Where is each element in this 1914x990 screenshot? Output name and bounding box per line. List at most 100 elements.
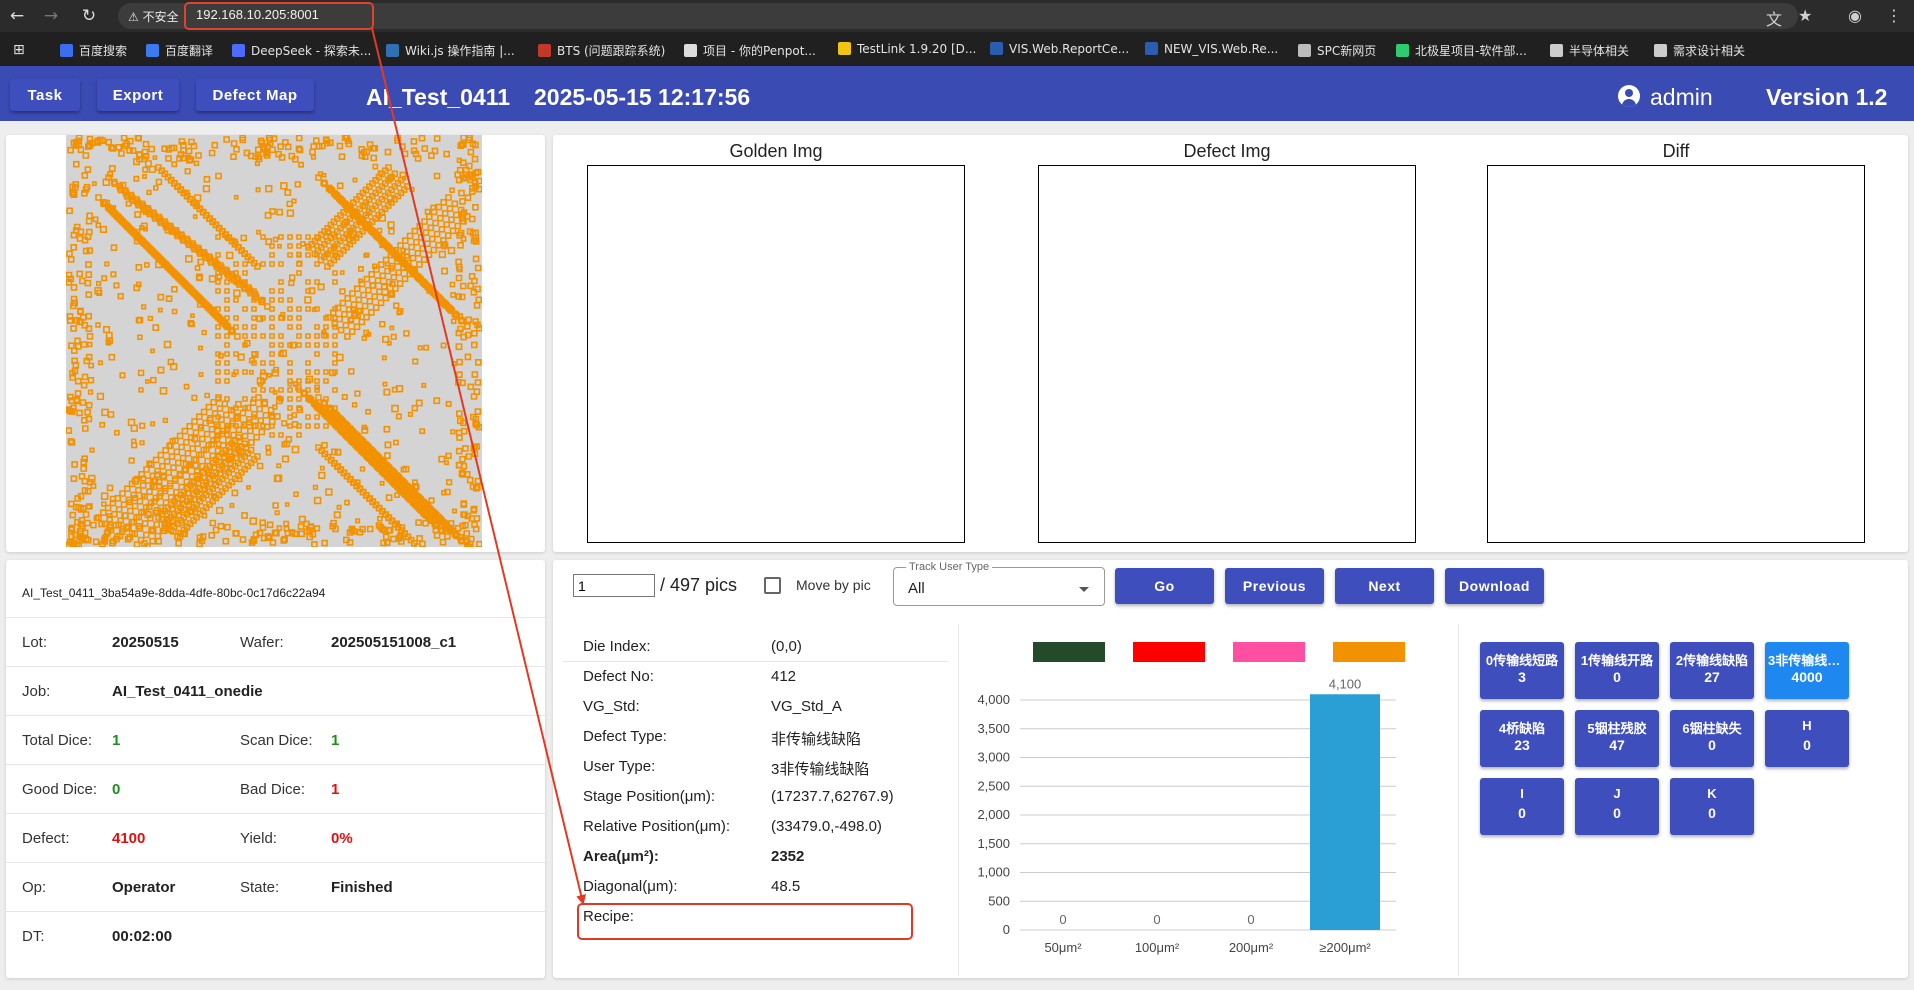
apps-grid-icon[interactable]: ⊞ [13, 42, 25, 58]
golden-image [587, 165, 965, 543]
y-tick-label: 4,000 [977, 692, 1010, 707]
bookmark-item[interactable]: DeepSeek - 探索未... [232, 42, 371, 59]
download-button[interactable]: Download [1445, 568, 1544, 604]
lot-label: Lot: [22, 634, 48, 651]
page-number-input[interactable] [573, 574, 655, 597]
bookmark-label: 北极星项目-软件部... [1415, 44, 1527, 58]
bookmark-item[interactable]: NEW_VIS.Web.Re... [1145, 42, 1278, 56]
bookmark-item[interactable]: 半导体相关 [1550, 42, 1629, 59]
translate-icon[interactable]: 文 [1766, 6, 1782, 30]
track-user-type-value[interactable]: All [908, 580, 925, 597]
bookmark-label: NEW_VIS.Web.Re... [1164, 42, 1279, 56]
profile-icon[interactable]: ◉ [1848, 6, 1862, 25]
user-name[interactable]: admin [1650, 84, 1713, 111]
bookmark-label: 百度翻译 [165, 44, 214, 58]
bookmark-item[interactable]: Wiki.js 操作指南 |... [386, 42, 515, 59]
legend-swatch [1233, 642, 1305, 662]
bookmark-favicon-icon [1145, 42, 1158, 55]
bookmark-favicon-icon [684, 44, 697, 57]
bookmark-item[interactable]: 需求设计相关 [1654, 42, 1745, 59]
bookmark-item[interactable]: 百度翻译 [146, 42, 213, 59]
task-button[interactable]: Task [10, 79, 80, 111]
scan-dice-label: Scan Dice: [240, 732, 313, 749]
version-label: Version 1.2 [1766, 84, 1888, 110]
defect-type-label: Defect Type: [583, 728, 667, 745]
bookmark-favicon-icon [1550, 44, 1563, 57]
defect-class-count: 0 [1518, 805, 1526, 821]
defect-class-button[interactable]: 6铟柱缺失 0 [1670, 710, 1754, 767]
defect-img-title: Defect Img [1183, 141, 1271, 161]
move-by-pic-label[interactable]: Move by pic [796, 577, 871, 593]
bookmark-item[interactable]: VIS.Web.ReportCe... [990, 42, 1129, 56]
diagonal-value: 48.5 [771, 878, 801, 895]
insecure-label[interactable]: ⚠ 不安全 [128, 8, 179, 25]
defect-class-button[interactable]: J0 [1575, 778, 1659, 835]
op-label: Op: [22, 879, 47, 896]
dt-label: DT: [22, 928, 45, 945]
defect-class-button[interactable]: 2传输线缺陷 27 [1670, 642, 1754, 699]
bookmark-label: 项目 - 你的Penpot... [703, 44, 816, 58]
next-button[interactable]: Next [1335, 568, 1434, 604]
defect-value: 4100 [112, 830, 146, 847]
bookmark-item[interactable]: BTS (问题跟踪系统) [538, 42, 665, 59]
bookmark-label: BTS (问题跟踪系统) [557, 44, 666, 58]
defect-type-value: 非传输线缺陷 [771, 731, 862, 748]
forward-arrow-icon[interactable]: → [40, 5, 62, 27]
bookmark-item[interactable]: 北极星项目-软件部... [1396, 42, 1527, 59]
dropdown-arrow-icon[interactable] [1079, 587, 1089, 592]
browser-toolbar: ← → ↻ ⚠ 不安全 192.168.10.205:8001 文 ★ ◉ ⋮ [0, 0, 1914, 32]
x-tick-label: 50μm² [1044, 940, 1082, 955]
back-arrow-icon[interactable]: ← [6, 5, 28, 27]
bad-dice-label: Bad Dice: [240, 781, 306, 798]
wafer-value: 202505151008_c1 [331, 634, 457, 651]
dt-value: 00:02:00 [112, 928, 173, 945]
defect-class-button[interactable]: 1传输线开路 0 [1575, 642, 1659, 699]
defect-class-button[interactable]: H0 [1765, 710, 1849, 767]
go-button[interactable]: Go [1115, 568, 1214, 604]
bookmark-item[interactable]: 项目 - 你的Penpot... [684, 42, 816, 59]
job-value: AI_Test_0411_onedie [112, 683, 263, 700]
y-tick-label: 2,500 [977, 778, 1010, 793]
relative-position-label: Relative Position(μm): [583, 818, 731, 835]
url-text[interactable]: 192.168.10.205:8001 [196, 7, 319, 22]
star-icon[interactable]: ★ [1798, 6, 1812, 25]
previous-button[interactable]: Previous [1225, 568, 1324, 604]
defect-class-button[interactable]: I0 [1480, 778, 1564, 835]
defect-class-button[interactable]: 5铟柱残胶 47 [1575, 710, 1659, 767]
move-by-pic-checkbox[interactable] [764, 577, 781, 594]
bookmark-item[interactable]: 百度搜索 [60, 42, 127, 59]
good-dice-label: Good Dice: [22, 781, 98, 798]
vg-std-label: VG_Std: [583, 698, 640, 715]
defect-class-button[interactable]: 4桥缺陷 23 [1480, 710, 1564, 767]
info-row-dt: DT: 00:02:00 [6, 911, 545, 960]
defect-class-button[interactable]: 3非传输线缺陷 4000 [1765, 642, 1849, 699]
x-tick-label: 100μm² [1135, 940, 1180, 955]
bookmarks-bar: ⊞ 百度搜索 百度翻译 DeepSeek - 探索未... Wiki.js 操作指南 … [0, 32, 1914, 66]
detail-divider [563, 661, 948, 662]
good-dice-value: 0 [112, 781, 121, 798]
y-tick-label: 1,500 [977, 836, 1010, 851]
defect-label: Defect: [22, 830, 70, 847]
insecure-text: 不安全 [142, 10, 179, 24]
defect-class-button[interactable]: K0 [1670, 778, 1754, 835]
defect-no-value: 412 [771, 668, 797, 685]
wafer-defect-map[interactable] [66, 135, 482, 547]
user-type-label: User Type: [583, 758, 656, 775]
bad-dice-value: 1 [331, 781, 340, 798]
bookmark-favicon-icon [60, 44, 73, 57]
export-button[interactable]: Export [97, 79, 179, 111]
defect-map-button[interactable]: Defect Map [196, 79, 314, 111]
total-dice-value: 1 [112, 732, 121, 749]
bookmark-label: 半导体相关 [1569, 44, 1630, 58]
bookmark-item[interactable]: SPC新网页 [1298, 42, 1376, 59]
info-row-defect: Defect: 4100 Yield: 0% [6, 813, 545, 862]
user-icon[interactable] [1618, 85, 1640, 107]
bookmark-item[interactable]: TestLink 1.9.20 [D... [838, 42, 976, 56]
bookmark-favicon-icon [146, 44, 159, 57]
more-menu-icon[interactable]: ⋮ [1886, 6, 1902, 25]
defect-class-button[interactable]: 0传输线短路 3 [1480, 642, 1564, 699]
diff-image [1487, 165, 1865, 543]
defect-class-name: 3非传输线缺陷 [1768, 653, 1846, 668]
reload-icon[interactable]: ↻ [78, 5, 100, 27]
yield-label: Yield: [240, 830, 277, 847]
